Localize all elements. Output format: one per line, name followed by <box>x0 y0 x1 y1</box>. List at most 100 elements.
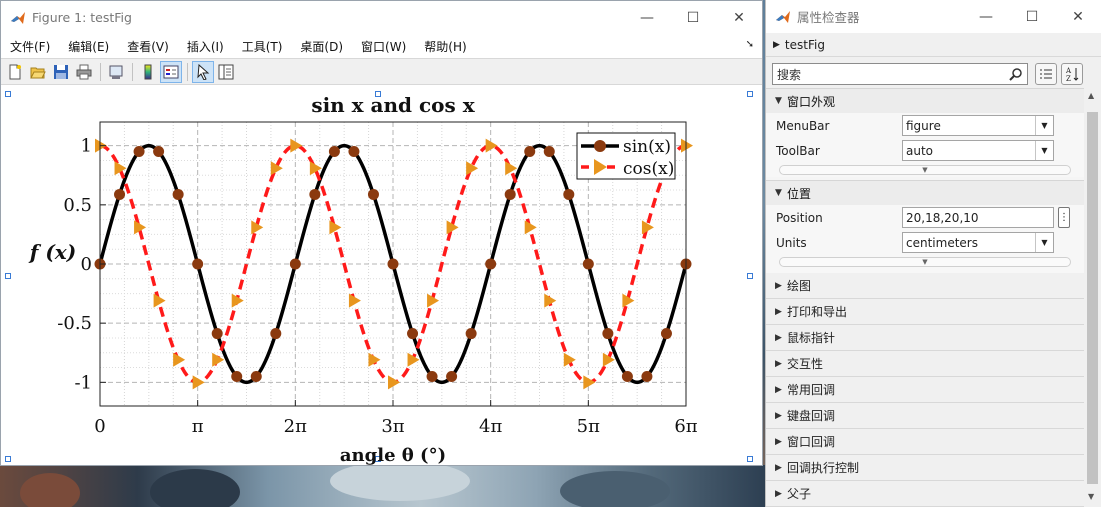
sin-marker <box>426 371 438 383</box>
prop-position: Position 20,18,20,10 ⋮ <box>766 205 1084 230</box>
sin-marker <box>270 328 282 340</box>
prop-label: Position <box>776 210 823 225</box>
sort-az-button[interactable]: AZ <box>1061 63 1083 85</box>
scroll-down-icon[interactable]: ▼ <box>1088 492 1094 501</box>
sin-marker <box>250 371 262 383</box>
prop-menubar: MenuBar figure ▼ <box>766 113 1084 138</box>
menu-view[interactable]: 查看(V) <box>118 38 178 55</box>
menu-help[interactable]: 帮助(H) <box>415 38 475 55</box>
section-window-callbacks[interactable]: ▶ 窗口回调 <box>766 429 1084 455</box>
legend-cos-label: cos(x) <box>623 159 674 179</box>
search-input[interactable]: 搜索 <box>772 63 1028 85</box>
toolbar-separator <box>187 62 188 81</box>
property-inspector-icon[interactable] <box>215 61 237 83</box>
section-parent-child[interactable]: ▶ 父子 <box>766 481 1084 507</box>
sin-marker <box>172 188 184 200</box>
section-label: 常用回调 <box>787 383 836 397</box>
section-keyboard-callbacks[interactable]: ▶ 键盘回调 <box>766 403 1084 429</box>
svg-text:Z: Z <box>1066 75 1071 82</box>
section-label: 位置 <box>787 186 812 201</box>
close-button[interactable]: ✕ <box>716 1 762 34</box>
section-print-export[interactable]: ▶ 打印和导出 <box>766 299 1084 325</box>
menubar-dropdown[interactable]: figure ▼ <box>902 115 1054 136</box>
edit-plot-icon[interactable] <box>192 60 214 83</box>
x-tick-label: π <box>192 416 204 437</box>
section-position[interactable]: ▼ 位置 <box>766 180 1084 205</box>
chevron-down-icon[interactable]: ▼ <box>1035 141 1053 160</box>
legend-icon[interactable] <box>160 60 182 83</box>
menu-tools[interactable]: 工具(T) <box>233 38 292 55</box>
link-plot-icon[interactable] <box>105 61 127 83</box>
figure-canvas[interactable]: sin x and cos x 0 π 2π 3π 4π 5π 6π 1 0.5 0 -0.5 -1 … <box>1 86 762 465</box>
dock-arrow-icon[interactable]: ➘ <box>746 39 754 50</box>
y-tick-label: 0 <box>81 254 92 275</box>
sin-marker <box>641 371 653 383</box>
chevron-down-icon[interactable]: ▼ <box>1035 116 1053 135</box>
section-label: 打印和导出 <box>787 305 848 319</box>
list-grouped-icon <box>1040 69 1052 79</box>
x-tick-label: 5π <box>577 416 600 437</box>
prop-label: MenuBar <box>776 118 830 133</box>
show-more-bar[interactable]: ▼ <box>766 255 1084 269</box>
group-view-button[interactable] <box>1035 63 1057 85</box>
x-tick-label: 3π <box>381 416 404 437</box>
colorbar-icon[interactable] <box>137 61 159 83</box>
x-tick-label: 2π <box>284 416 307 437</box>
open-icon[interactable] <box>27 61 49 83</box>
save-icon[interactable] <box>50 61 72 83</box>
chevron-down-icon[interactable]: ▼ <box>1035 233 1053 252</box>
scrollbar-thumb[interactable] <box>1087 112 1098 484</box>
sin-marker <box>446 371 458 383</box>
close-button[interactable]: ✕ <box>1055 0 1101 33</box>
legend[interactable]: sin(x) cos(x) <box>576 132 676 180</box>
caret-down-icon: ▼ <box>775 96 782 106</box>
sin-marker <box>602 328 614 340</box>
legend-sin-marker <box>594 140 606 152</box>
menu-edit[interactable]: 编辑(E) <box>59 38 118 55</box>
y-tick-label: 0.5 <box>63 195 92 216</box>
menu-file[interactable]: 文件(F) <box>1 38 59 55</box>
caret-right-icon: ▶ <box>775 384 782 395</box>
print-icon[interactable] <box>73 61 95 83</box>
figure-menubar: 文件(F) 编辑(E) 查看(V) 插入(I) 工具(T) 桌面(D) 窗口(W… <box>1 34 762 58</box>
y-tick-label: -1 <box>74 372 92 393</box>
position-input[interactable]: 20,18,20,10 <box>902 207 1054 228</box>
sin-marker <box>621 371 633 383</box>
object-selector[interactable]: ▶ testFig <box>766 33 1101 57</box>
sin-marker <box>367 188 379 200</box>
sin-marker <box>387 258 399 270</box>
section-label: 交互性 <box>787 357 824 371</box>
section-window-appearance[interactable]: ▼ 窗口外观 <box>766 88 1084 113</box>
sin-cos-plot[interactable]: sin x and cos x 0 π 2π 3π 4π 5π 6π10.50-0.5-1 … <box>1 86 762 465</box>
toolbar-separator <box>100 62 101 81</box>
maximize-button[interactable]: ☐ <box>670 1 716 34</box>
caret-right-icon: ▶ <box>775 332 782 343</box>
new-figure-icon[interactable] <box>4 61 26 83</box>
section-common-callbacks[interactable]: ▶ 常用回调 <box>766 377 1084 403</box>
menu-insert[interactable]: 插入(I) <box>178 38 233 55</box>
caret-right-icon: ▶ <box>775 436 782 447</box>
section-pointer[interactable]: ▶ 鼠标指针 <box>766 325 1084 351</box>
section-interactivity[interactable]: ▶ 交互性 <box>766 351 1084 377</box>
y-axis-label: f (x) <box>28 240 76 264</box>
minimize-button[interactable]: — <box>963 0 1009 33</box>
maximize-button[interactable]: ☐ <box>1009 0 1055 33</box>
units-dropdown[interactable]: centimeters ▼ <box>902 232 1054 253</box>
toolbar-dropdown[interactable]: auto ▼ <box>902 140 1054 161</box>
svg-text:A: A <box>1065 67 1072 75</box>
object-name: testFig <box>784 37 825 52</box>
caret-right-icon: ▶ <box>775 358 782 369</box>
menu-desktop[interactable]: 桌面(D) <box>291 38 352 55</box>
more-options-icon[interactable]: ⋮ <box>1058 207 1070 228</box>
section-callback-execution[interactable]: ▶ 回调执行控制 <box>766 455 1084 481</box>
section-plotting[interactable]: ▶ 绘图 <box>766 273 1084 299</box>
sin-marker <box>328 145 340 157</box>
sin-marker <box>524 145 536 157</box>
show-more-bar[interactable]: ▼ <box>766 163 1084 177</box>
scroll-up-icon[interactable]: ▲ <box>1088 91 1094 100</box>
inspector-scrollbar[interactable]: ▲ ▼ <box>1084 88 1101 507</box>
minimize-button[interactable]: — <box>624 1 670 34</box>
section-label: 回调执行控制 <box>787 461 860 475</box>
menu-window[interactable]: 窗口(W) <box>352 38 415 55</box>
sin-marker <box>465 328 477 340</box>
